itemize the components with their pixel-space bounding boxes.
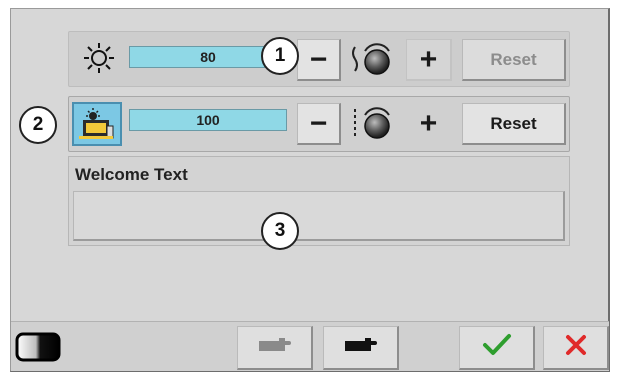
cancel-button[interactable] — [543, 326, 609, 370]
cancel-x-icon — [564, 333, 588, 362]
callout-2: 2 — [19, 106, 57, 144]
scene-increase-button[interactable]: + — [406, 103, 452, 145]
footer-toolbar — [11, 321, 609, 371]
brightness-value: 80 — [200, 49, 216, 65]
hand-pointer-dark-button[interactable] — [323, 326, 399, 370]
scene-decrease-button[interactable]: − — [297, 103, 341, 145]
brightness-increase-button[interactable]: + — [406, 39, 452, 81]
scene-image-icon — [72, 102, 122, 146]
scene-value-bar: 100 — [129, 109, 287, 131]
brightness-decrease-button[interactable]: − — [297, 39, 341, 81]
scene-reset-button[interactable]: Reset — [462, 103, 566, 145]
welcome-text-field[interactable] — [73, 191, 565, 241]
callout-1: 1 — [261, 37, 299, 75]
welcome-text-panel: Welcome Text — [68, 156, 570, 246]
confirm-button[interactable] — [459, 326, 535, 370]
rotary-knob-icon — [349, 39, 397, 81]
contrast-icon[interactable] — [15, 332, 61, 362]
scene-row: 100 − + Reset — [68, 96, 570, 152]
rotary-knob-icon — [349, 103, 397, 145]
hand-pointer-dark-icon — [343, 334, 379, 361]
brightness-reset-button[interactable]: Reset — [462, 39, 566, 81]
screen: 80 − + Reset 100 − + Reset Welcome Text … — [10, 8, 610, 372]
checkmark-icon — [482, 332, 512, 363]
scene-value: 100 — [196, 112, 220, 128]
hand-pointer-light-icon — [257, 334, 293, 361]
brightness-row: 80 − + Reset — [68, 31, 570, 87]
hand-pointer-light-button[interactable] — [237, 326, 313, 370]
sun-icon — [73, 38, 125, 78]
welcome-text-title: Welcome Text — [75, 165, 188, 184]
callout-3: 3 — [261, 212, 299, 250]
